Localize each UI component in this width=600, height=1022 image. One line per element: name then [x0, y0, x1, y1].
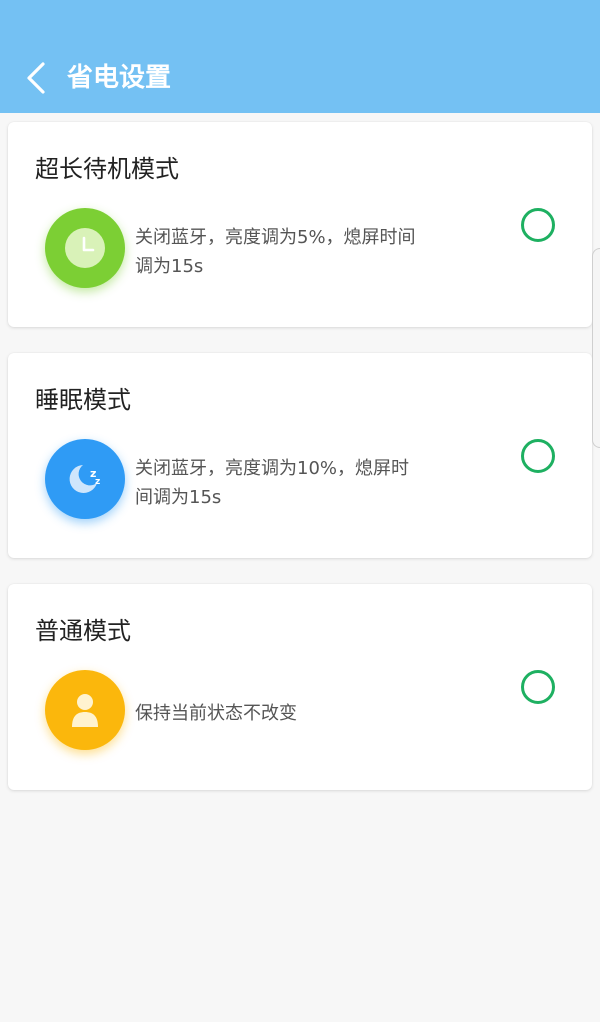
- mode-description: 保持当前状态不改变: [135, 699, 435, 728]
- mode-title: 睡眠模式: [35, 386, 131, 414]
- mode-card-ultra-standby[interactable]: 超长待机模式 关闭蓝牙，亮度调为5%，熄屏时间 调为15s: [8, 122, 592, 327]
- mode-title: 普通模式: [35, 617, 131, 645]
- person-icon: [45, 670, 125, 750]
- moon-sleep-icon: z z: [45, 439, 125, 519]
- app-header: 省电设置: [0, 0, 600, 113]
- mode-radio-button[interactable]: [521, 670, 555, 704]
- mode-description: 关闭蓝牙，亮度调为5%，熄屏时间 调为15s: [135, 223, 435, 281]
- mode-card-sleep[interactable]: 睡眠模式 z z 关闭蓝牙，亮度调为10%，熄屏时 间调为15s: [8, 353, 592, 558]
- mode-description-line1: 保持当前状态不改变: [135, 703, 297, 724]
- clock-icon: [45, 208, 125, 288]
- svg-text:z: z: [95, 477, 100, 487]
- mode-description-line2: 调为15s: [135, 256, 204, 277]
- chevron-left-icon: [27, 62, 45, 94]
- mode-radio-button[interactable]: [521, 439, 555, 473]
- mode-title: 超长待机模式: [35, 155, 179, 183]
- mode-radio-button[interactable]: [521, 208, 555, 242]
- back-button[interactable]: [18, 58, 54, 98]
- mode-description-line1: 关闭蓝牙，亮度调为10%，熄屏时: [135, 458, 410, 479]
- mode-card-normal[interactable]: 普通模式 保持当前状态不改变: [8, 584, 592, 790]
- edge-panel-handle[interactable]: [592, 248, 600, 448]
- mode-description-line1: 关闭蓝牙，亮度调为5%，熄屏时间: [135, 227, 416, 248]
- mode-description-line2: 间调为15s: [135, 487, 222, 508]
- mode-description: 关闭蓝牙，亮度调为10%，熄屏时 间调为15s: [135, 454, 435, 512]
- page-title: 省电设置: [67, 63, 172, 93]
